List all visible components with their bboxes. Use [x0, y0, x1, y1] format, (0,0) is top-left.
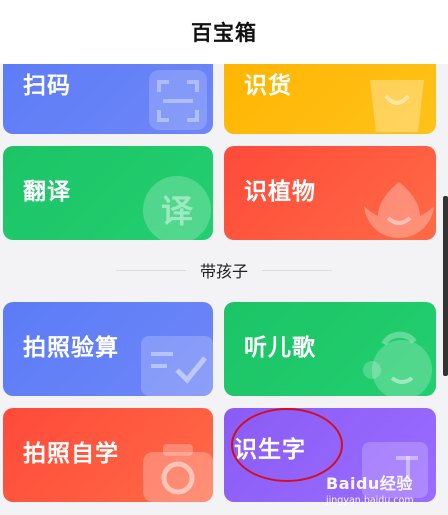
shopping-bag-icon [370, 80, 424, 132]
section-line-right [262, 269, 332, 271]
translate-bubble-icon: 译 [143, 176, 211, 240]
translate-card-label: 翻译 [23, 179, 71, 205]
calc-card-label: 拍照验算 [23, 335, 119, 361]
plants-card[interactable]: 识植物 [224, 146, 436, 240]
section-header-kids: 带孩子 [0, 252, 448, 288]
study-card[interactable]: 拍照自学 [3, 408, 213, 502]
plants-card-label: 识植物 [244, 179, 316, 205]
section-title: 带孩子 [199, 262, 248, 281]
header-bar: 百宝箱 [0, 0, 448, 64]
page-title: 百宝箱 [191, 21, 257, 45]
songs-card[interactable]: 听儿歌 [224, 302, 436, 396]
baidu-watermark: Baidu经验 jingyan.baidu.com [326, 470, 414, 506]
plant-icon [364, 182, 434, 238]
scan-card-label: 扫码 [23, 73, 71, 99]
goods-card-label: 识货 [244, 73, 292, 99]
scrollbar-handle[interactable] [443, 196, 448, 376]
watermark-url: jingyan.baidu.com [326, 495, 414, 506]
translate-deco-text: 译 [161, 192, 194, 230]
scan-icon [149, 70, 207, 130]
calc-card[interactable]: 拍照验算 [3, 302, 213, 396]
section-line-left [115, 269, 186, 271]
watermark-brand: Baidu经验 [326, 474, 413, 493]
study-card-label: 拍照自学 [23, 441, 119, 467]
homework-check-icon [141, 336, 213, 396]
camera-icon [143, 444, 213, 502]
translate-card[interactable]: 翻译 译 [3, 146, 213, 240]
songs-card-label: 听儿歌 [244, 335, 316, 361]
child-face-icon [363, 331, 432, 396]
